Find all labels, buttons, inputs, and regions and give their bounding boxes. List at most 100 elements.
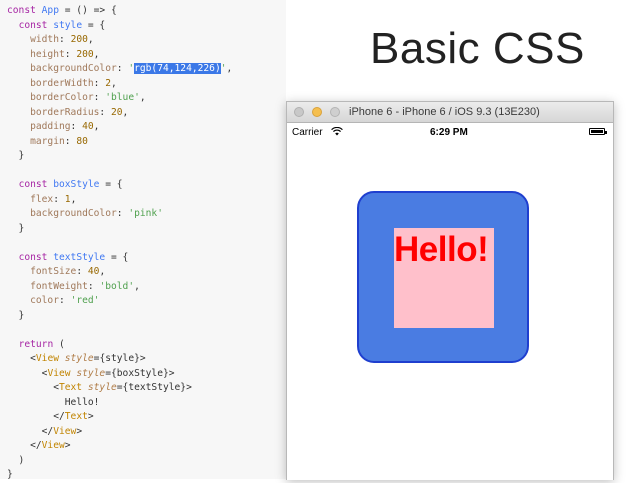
- status-time: 6:29 PM: [430, 127, 468, 138]
- code-token: ,: [134, 280, 140, 292]
- code-token: fontWeight: [30, 280, 88, 292]
- code-editor: const App = () => { const style = { widt…: [0, 0, 286, 480]
- code-token: style: [76, 367, 106, 379]
- code-token: View: [53, 425, 77, 437]
- code-line: backgroundColor: 'rgb(74,124,226)',: [7, 62, 232, 77]
- code-line: color: 'red': [7, 294, 232, 309]
- code-token: boxStyle: [53, 179, 100, 190]
- code-token: Text: [58, 382, 88, 393]
- inner-box-view: Hello!: [394, 228, 494, 328]
- code-line: }: [7, 309, 232, 324]
- code-token: ,: [226, 63, 233, 74]
- code-token: 200: [76, 48, 94, 60]
- code-line: }: [7, 468, 232, 483]
- ios-status-bar: Carrier 6:29 PM: [287, 123, 613, 141]
- code-token: = {: [82, 19, 106, 31]
- code-token: Hello!: [7, 396, 100, 408]
- code-line: const App = () => {: [7, 4, 232, 19]
- code-token: 'blue': [105, 92, 140, 103]
- code-token: View: [35, 353, 65, 364]
- code-token: textStyle: [53, 251, 106, 263]
- code-token: ,: [139, 92, 146, 103]
- window-titlebar[interactable]: iPhone 6 - iPhone 6 / iOS 9.3 (13E230): [287, 102, 613, 123]
- carrier-label: Carrier: [292, 127, 323, 138]
- code-line: Hello!: [7, 396, 232, 411]
- code-token: :: [76, 266, 88, 277]
- code-line: </View>: [7, 425, 232, 440]
- code-token: </: [7, 440, 42, 451]
- code-line: borderWidth: 2,: [7, 77, 232, 92]
- code-token: :: [93, 92, 106, 103]
- code-line: width: 200,: [7, 33, 232, 48]
- code-line: flex: 1,: [7, 193, 232, 208]
- code-token: width: [30, 34, 59, 45]
- code-token: borderWidth: [30, 77, 94, 89]
- code-token: style: [53, 19, 83, 31]
- code-token: :: [116, 63, 129, 74]
- simulator-window: iPhone 6 - iPhone 6 / iOS 9.3 (13E230) C…: [286, 101, 614, 480]
- code-line: borderColor: 'blue',: [7, 91, 232, 106]
- code-token: const: [18, 251, 54, 263]
- code-line: const style = {: [7, 19, 232, 34]
- close-button[interactable]: [294, 107, 304, 117]
- code-line: margin: 80: [7, 135, 232, 150]
- code-token: style: [87, 382, 117, 393]
- code-token: View: [41, 440, 65, 451]
- code-line: borderRadius: 20,: [7, 106, 232, 121]
- zoom-button[interactable]: [330, 107, 340, 117]
- code-token: 'bold': [99, 280, 135, 292]
- code-token: ={textStyle}>: [116, 382, 192, 393]
- code-line: backgroundColor: 'pink': [7, 207, 232, 222]
- code-line: <View style={boxStyle}>: [7, 367, 232, 382]
- code-token: return: [18, 338, 59, 350]
- code-token: }: [7, 469, 13, 480]
- code-token: :: [64, 135, 77, 147]
- code-token: </: [7, 411, 65, 422]
- code-token: ): [7, 454, 25, 466]
- code-token: >: [76, 425, 83, 437]
- code-token: fontSize: [30, 266, 77, 277]
- code-token: (: [59, 338, 65, 350]
- code-token: <: [7, 367, 48, 379]
- code-token: backgroundColor: [30, 208, 117, 219]
- code-token: = {: [105, 251, 129, 263]
- code-line: <Text style={textStyle}>: [7, 381, 232, 396]
- code-token: >: [87, 411, 94, 422]
- code-token: = () => {: [58, 5, 117, 16]
- minimize-button[interactable]: [312, 107, 322, 117]
- code-token: ,: [93, 48, 100, 60]
- code-token: ,: [111, 77, 117, 89]
- code-token: :: [53, 193, 65, 205]
- code-token: style: [64, 353, 94, 364]
- code-token: }: [7, 222, 25, 234]
- code-line: <View style={style}>: [7, 352, 232, 367]
- code-token: = {: [99, 179, 123, 190]
- code-token: :: [116, 208, 129, 219]
- code-line: return (: [7, 338, 232, 353]
- code-token: ,: [99, 266, 106, 277]
- code-token: <: [7, 382, 59, 393]
- outer-styled-view: Hello!: [357, 191, 529, 363]
- code-token: 20: [110, 106, 123, 118]
- code-token: margin: [30, 135, 65, 147]
- wifi-icon: [331, 127, 343, 136]
- code-token: 80: [76, 135, 88, 147]
- code-token: const: [18, 19, 54, 31]
- code-token: >: [64, 440, 71, 451]
- code-token: }: [7, 309, 25, 321]
- code-token: App: [41, 5, 59, 16]
- code-token: :: [70, 121, 83, 132]
- code-token: backgroundColor: [30, 63, 117, 74]
- code-line: padding: 40,: [7, 120, 232, 135]
